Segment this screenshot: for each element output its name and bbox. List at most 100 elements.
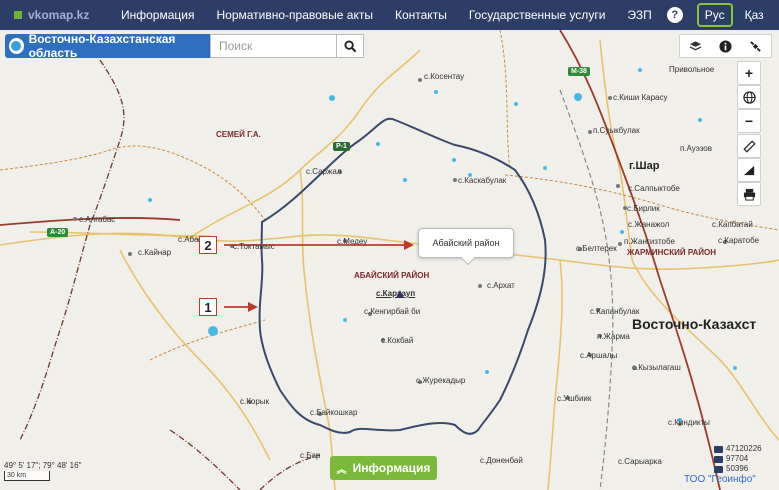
label-east-kazakhstan: Восточно-Казахст (632, 316, 757, 332)
label-kishi-karasu: с.Киши Карасу (613, 93, 668, 102)
stat-month: 97704 (726, 454, 749, 463)
minus-icon: − (744, 113, 754, 129)
label-zharma: п.Жарма (597, 332, 630, 341)
road-shield-m38: М-38 (568, 67, 590, 76)
stat-day-row: 50396 (714, 464, 762, 474)
label-kapanbulak: с.Капанбулак (590, 307, 640, 316)
label-baykoshkar: с.Байкошкар (310, 408, 358, 417)
logo-icon (14, 11, 22, 19)
info-tool-button[interactable] (710, 35, 740, 57)
label-kaskabulak: с.Каскабулак (458, 176, 507, 185)
satellite-icon (750, 40, 762, 52)
lang-kz-button[interactable]: Қаз (739, 5, 770, 25)
callout-1: 1 (199, 298, 217, 316)
label-karaaul: с.Караауп (376, 289, 416, 298)
measure-distance-button[interactable] (737, 134, 761, 158)
search-button[interactable] (336, 34, 364, 58)
top-navigation-bar: vkomap.kz Информация Нормативно-правовые… (0, 0, 779, 30)
road-shield-a20: А-20 (47, 228, 69, 237)
logo-text: vkomap.kz (28, 8, 90, 22)
nav-item-ezp[interactable]: ЭЗП (616, 8, 662, 22)
plus-icon: + (744, 65, 754, 81)
information-toggle-label: Информация (352, 461, 431, 475)
eye-icon (714, 445, 723, 453)
label-shar: г.Шар (629, 160, 660, 172)
callout-2: 2 (199, 236, 217, 254)
label-karatobe: с.Каратобе (718, 236, 760, 245)
printer-icon (743, 188, 755, 201)
measure-area-button[interactable] (737, 158, 761, 182)
label-kindikty: с.Киндикты (668, 418, 710, 427)
nav-item-legal-acts[interactable]: Нормативно-правовые акты (205, 8, 384, 22)
visit-stats: 47120226 97704 50396 (714, 444, 762, 474)
information-toggle-button[interactable]: ︽ Информация (330, 456, 437, 480)
print-button[interactable] (737, 182, 761, 206)
label-zhanazhol: с.Жанажол (628, 220, 670, 229)
label-arshaly: с.Аршалы (580, 351, 618, 360)
label-suykbulak: п.Суыкбулак (593, 126, 640, 135)
area-icon (743, 165, 754, 175)
map-tools-group (679, 34, 772, 58)
road-shield-r1: Р-1 (333, 142, 350, 151)
help-icon[interactable]: ? (666, 7, 683, 23)
satellite-button[interactable] (741, 35, 771, 57)
nav-item-contacts[interactable]: Контакты (384, 8, 458, 22)
label-kosentau: с.Коcентау (424, 72, 465, 81)
label-belterek: с.Белтерек (576, 244, 617, 253)
scale-bar: 30 km (4, 471, 50, 481)
label-sarybarka: с.Сарыарка (618, 457, 662, 466)
label-barshatas: с.Бар (300, 451, 321, 460)
stat-day: 50396 (726, 464, 749, 473)
label-semey: СЕМЕЙ Г.А. (216, 130, 261, 139)
stat-month-row: 97704 (714, 454, 762, 464)
globe-button[interactable] (737, 85, 761, 109)
label-salpyktobe: с.Салпыктобе (628, 184, 680, 193)
label-kyzylagash: с.Кызылагаш (632, 363, 681, 372)
label-donenbay: с.Доненбай (480, 456, 523, 465)
ruler-icon (742, 139, 756, 153)
layers-icon (689, 41, 702, 51)
nav-item-public-services[interactable]: Государственные услуги (458, 8, 617, 22)
label-algabas: с.Алгабас (79, 215, 116, 224)
search-input[interactable] (210, 34, 336, 58)
globe-icon (742, 90, 756, 104)
label-ushbiyk: с.Ушбиик (557, 394, 592, 403)
label-zharma-district: ЖАРМИНСКИЙ РАЙОН (627, 248, 716, 257)
label-kokbay: с.Кокбай (381, 336, 414, 345)
layers-button[interactable] (680, 35, 710, 57)
credit-link[interactable]: ТОО "Геоинфо" (684, 474, 756, 485)
site-logo[interactable]: vkomap.kz (0, 8, 110, 22)
label-saryzhal: с.Саржал (306, 167, 342, 176)
region-selector[interactable]: Восточно-Казахстанская область (5, 32, 210, 60)
label-toktamys: с.Токтамыс (233, 242, 275, 251)
chevron-up-icon: ︽ (336, 464, 347, 476)
zoom-in-button[interactable]: + (737, 61, 761, 85)
label-koryk: с.Корык (240, 397, 270, 406)
popup-text: Абайский район (432, 238, 500, 248)
label-abai-district: АБАЙСКИЙ РАЙОН (354, 271, 430, 280)
cursor-coordinates: 49° 5' 17"; 79° 48' 16" (4, 461, 82, 470)
label-auezov: п.Ауэзов (680, 144, 712, 153)
user-icon (714, 455, 723, 463)
map-popup: Абайский район (418, 228, 514, 258)
label-kapbatay: с.Капбатай (712, 220, 753, 229)
search-icon (343, 39, 356, 52)
zoom-out-button[interactable]: − (737, 109, 761, 133)
label-kengirbai: с.Кенгирбай би (364, 307, 421, 316)
label-medeu: с.Медеу (337, 237, 368, 246)
region-selector-label: Восточно-Казахстанская область (28, 32, 176, 60)
stat-total-row: 47120226 (714, 444, 762, 454)
label-arhat: с.Архат (487, 281, 515, 290)
info-icon (719, 39, 732, 53)
stat-total: 47120226 (726, 444, 762, 453)
calendar-icon (714, 465, 723, 473)
label-privolnoe: Привольное (669, 65, 715, 74)
map-canvas[interactable]: СЕМЕЙ Г.А. с.Коcентау Привольное с.Киши … (0, 30, 779, 490)
nav-item-information[interactable]: Информация (110, 8, 205, 22)
label-kainar: с.Кайнар (138, 248, 172, 257)
lang-ru-button[interactable]: Рус (696, 3, 733, 27)
label-zhurekadyr: с.Журекадыр (416, 376, 466, 385)
label-birlik: с.Бирлик (627, 204, 660, 213)
region-emblem-icon (9, 38, 24, 54)
label-zhangiztobe: п.Жангизтобе (624, 237, 675, 246)
